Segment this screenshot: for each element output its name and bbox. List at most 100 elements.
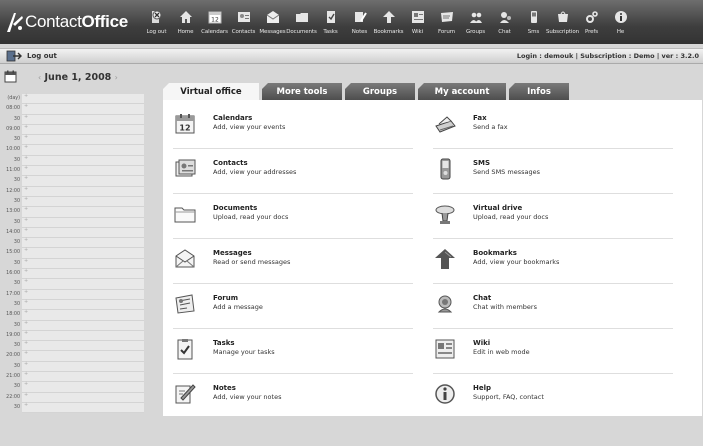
toolbar-groups-button[interactable]: Groups <box>461 3 490 35</box>
time-slot-cell[interactable] <box>22 330 144 342</box>
tab-infos[interactable]: Infos <box>509 83 569 100</box>
time-slot-cell[interactable] <box>22 227 144 239</box>
feature-bookmarks[interactable]: Bookmarks Add, view your bookmarks <box>433 239 673 283</box>
toolbar-documents-button[interactable]: Documents <box>286 3 317 35</box>
next-day-button[interactable]: › <box>115 73 118 82</box>
toolbar-forum-button[interactable]: Forum <box>432 3 461 35</box>
feature-chat[interactable]: Chat Chat with members <box>433 284 673 328</box>
toolbar-tasks-button[interactable]: Tasks <box>316 3 345 35</box>
wiki-icon <box>433 337 457 361</box>
toolbar-subscription-button[interactable]: Subscription <box>546 3 579 35</box>
tab-groups[interactable]: Groups <box>345 83 415 100</box>
toolbar-label: Subscription <box>546 29 579 35</box>
logout-icon[interactable] <box>6 50 22 62</box>
time-slot-cell[interactable] <box>22 155 144 167</box>
time-label: 30 <box>13 301 20 307</box>
toolbar-prefs-button[interactable]: Prefs <box>577 3 606 35</box>
feature-name: Wiki <box>473 339 491 347</box>
feature-description: Chat with members <box>473 303 537 311</box>
time-slot-cell[interactable] <box>22 371 144 383</box>
time-slot-cell[interactable] <box>22 186 144 197</box>
time-slot-cell[interactable] <box>22 144 144 156</box>
toolbar-log-out-button[interactable]: Log out <box>142 3 171 35</box>
time-slot-cell[interactable] <box>22 103 144 115</box>
feature-messages[interactable]: Messages Read or send messages <box>173 239 413 283</box>
toolbar-label: Wiki <box>411 29 424 35</box>
all-day-cell[interactable] <box>22 93 144 105</box>
feature-description: Read or send messages <box>213 258 291 266</box>
toolbar-sms-button[interactable]: Sms <box>519 3 548 35</box>
time-slot-cell[interactable] <box>22 206 144 218</box>
toolbar-contacts-button[interactable]: Contacts <box>229 3 258 35</box>
feature-description: Edit in web mode <box>473 348 530 356</box>
time-slot-cell[interactable] <box>22 320 144 331</box>
feature-tasks[interactable]: Tasks Manage your tasks <box>173 329 413 373</box>
feature-wiki[interactable]: Wiki Edit in web mode <box>433 329 673 373</box>
home-icon <box>178 9 194 25</box>
svg-text:12: 12 <box>211 17 219 24</box>
feature-fax[interactable]: Fax Send a fax <box>433 104 673 148</box>
feature-help[interactable]: Help Support, FAQ, contact <box>433 374 673 418</box>
toolbar-notes-button[interactable]: Notes <box>345 3 374 35</box>
tab-my-account[interactable]: My account <box>418 83 506 100</box>
notes-icon <box>173 382 197 406</box>
time-slot-cell[interactable] <box>22 309 144 321</box>
time-slot-cell[interactable] <box>22 237 144 249</box>
toolbar-label: He <box>616 29 625 35</box>
feature-calendars[interactable]: 12 Calendars Add, view your events <box>173 104 413 148</box>
logo[interactable]: ContactOffice <box>4 6 128 38</box>
time-slot-cell[interactable] <box>22 165 144 177</box>
feature-name: Contacts <box>213 159 248 167</box>
time-slot-cell[interactable] <box>22 381 144 393</box>
time-label: 20:00 <box>6 353 20 359</box>
time-slot-cell[interactable] <box>22 247 144 259</box>
time-slot-cell[interactable] <box>22 392 144 403</box>
prev-day-button[interactable]: ‹ <box>38 73 41 82</box>
time-slot-cell[interactable] <box>22 350 144 362</box>
toolbar-label: Forum <box>438 29 455 35</box>
time-slot-cell[interactable] <box>22 289 144 300</box>
tab-more-tools[interactable]: More tools <box>262 83 342 100</box>
time-slot-cell[interactable] <box>22 175 144 187</box>
time-slot-cell[interactable] <box>22 258 144 270</box>
feature-forum[interactable]: Forum Add a message <box>173 284 413 328</box>
toolbar-he-button[interactable]: He <box>606 3 635 35</box>
toolbar-calendars-button[interactable]: 12 Calendars <box>200 3 229 35</box>
toolbar-wiki-button[interactable]: Wiki <box>403 3 432 35</box>
toolbar-chat-button[interactable]: Chat <box>490 3 519 35</box>
feature-name: Help <box>473 384 492 392</box>
time-slot-cell[interactable] <box>22 299 144 311</box>
time-slot-cell[interactable] <box>22 402 144 414</box>
time-label: 30 <box>13 404 20 410</box>
feature-text: Virtual drive Upload, read your docs <box>473 204 548 221</box>
feature-documents[interactable]: Documents Upload, read your docs <box>173 194 413 238</box>
calendar-icon[interactable] <box>4 70 17 83</box>
feature-virtual-drive[interactable]: Virtual drive Upload, read your docs <box>433 194 673 238</box>
time-label: 09:00 <box>6 126 20 132</box>
feature-contacts[interactable]: Contacts Add, view your addresses <box>173 149 413 193</box>
toolbar-home-button[interactable]: Home <box>171 3 200 35</box>
time-slot-cell[interactable] <box>22 278 144 290</box>
time-label: 19:00 <box>6 332 20 338</box>
feature-text: SMS Send SMS messages <box>473 159 540 176</box>
time-label: 30 <box>13 343 20 349</box>
time-label: 30 <box>13 363 20 369</box>
toolbar-bookmarks-button[interactable]: Bookmarks <box>374 3 404 35</box>
time-slot-cell[interactable] <box>22 217 144 228</box>
time-label: 16:00 <box>6 271 20 277</box>
time-slot-cell[interactable] <box>22 196 144 208</box>
feature-text: Documents Upload, read your docs <box>213 204 288 221</box>
toolbar-label: Documents <box>286 29 317 35</box>
toolbar-messages-button[interactable]: Messages <box>258 3 287 35</box>
logout-link[interactable]: Log out <box>27 52 57 60</box>
current-date: June 1, 2008 <box>44 72 112 83</box>
feature-notes[interactable]: Notes Add, view your notes <box>173 374 413 418</box>
time-slot-cell[interactable] <box>22 134 144 146</box>
time-slot-cell[interactable] <box>22 361 144 373</box>
tab-virtual-office[interactable]: Virtual office <box>163 83 259 100</box>
time-slot-cell[interactable] <box>22 268 144 280</box>
time-slot-cell[interactable] <box>22 114 144 125</box>
time-slot-cell[interactable] <box>22 340 144 352</box>
feature-sms[interactable]: SMS Send SMS messages <box>433 149 673 193</box>
time-slot-cell[interactable] <box>22 124 144 136</box>
